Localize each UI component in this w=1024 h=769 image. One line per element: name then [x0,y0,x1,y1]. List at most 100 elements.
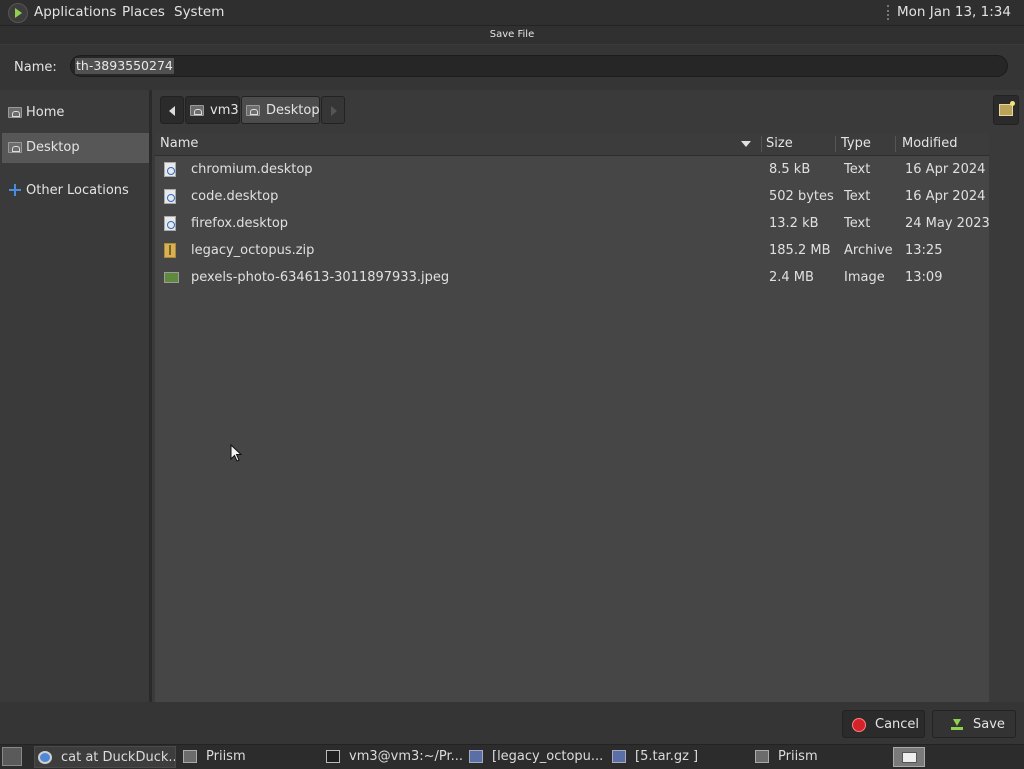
file-type: Text [844,189,871,204]
file-size: 8.5 kB [769,162,811,177]
new-folder-button[interactable] [993,95,1019,125]
file-row[interactable]: code.desktop 502 bytes Text 16 Apr 2024 [155,183,989,210]
taskbar-item-terminal[interactable]: vm3@vm3:~/Pr... [323,746,463,768]
taskbar-item-label: [5.tar.gz ] [635,749,699,764]
path-crumb-desktop[interactable]: Desktop [241,96,320,124]
sidebar-item-label: Other Locations [26,183,129,198]
places-sidebar: Home Desktop Other Locations [2,90,152,702]
home-folder-icon [190,105,204,116]
folder-icon [183,750,197,763]
file-size: 13.2 kB [769,216,819,231]
file-name: chromium.desktop [191,162,313,177]
crumb-label: Desktop [266,103,320,118]
save-button[interactable]: Save [932,710,1016,738]
new-folder-icon [999,101,1015,116]
file-type: Archive [844,243,893,258]
applications-logo-icon[interactable] [8,3,28,23]
file-list-header: Name Size Type Modified [155,133,989,156]
file-type: Image [844,270,885,285]
name-label: Name: [14,60,57,75]
text-file-icon [164,162,176,177]
crumb-label: vm3 [210,103,239,118]
file-modified: 16 Apr 2024 [905,162,986,177]
taskbar-item-archive-legacy[interactable]: [legacy_octopu... [466,746,606,768]
panel-separator [887,5,890,20]
sidebar-item-home[interactable]: Home [2,98,149,128]
top-panel: Applications Places System Mon Jan 13, 1… [0,0,1024,45]
applications-menu[interactable]: Applications [34,0,116,25]
system-menu[interactable]: System [174,0,224,25]
filename-value[interactable]: th-3893550274 [75,58,174,74]
show-desktop-icon[interactable] [2,747,22,766]
file-name: legacy_octopus.zip [191,243,315,258]
file-row[interactable]: pexels-photo-634613-3011897933.jpeg 2.4 … [155,264,989,291]
file-row[interactable]: firefox.desktop 13.2 kB Text 24 May 2023 [155,210,990,237]
dialog-title: Save File [0,26,1024,44]
plus-icon [8,183,22,197]
column-separator[interactable] [761,136,762,152]
file-modified: 13:25 [905,243,943,258]
sort-descending-icon[interactable] [741,141,751,147]
taskbar-item-label: [legacy_octopu... [492,749,604,764]
cancel-label: Cancel [875,717,920,732]
file-modified: 24 May 2023 [905,216,990,231]
text-file-icon [164,189,176,204]
filename-input[interactable]: th-3893550274 [70,55,1008,77]
file-modified: 16 Apr 2024 [905,189,986,204]
name-row: Name: th-3893550274 [0,45,1024,90]
taskbar-item-label: cat at DuckDuck... [61,750,176,765]
file-type: Text [844,162,871,177]
chrome-icon [38,751,52,764]
taskbar-item-browser[interactable]: cat at DuckDuck... [34,746,176,768]
column-header-modified[interactable]: Modified [902,133,957,155]
terminal-icon [326,750,340,763]
file-name: pexels-photo-634613-3011897933.jpeg [191,270,450,285]
archive-manager-icon [612,750,626,763]
sidebar-item-label: Desktop [26,140,80,155]
workspace-switcher[interactable] [893,747,925,767]
file-row[interactable]: chromium.desktop 8.5 kB Text 16 Apr 2024 [155,156,989,183]
places-menu[interactable]: Places [122,0,165,25]
desktop-folder-icon [8,142,22,153]
cancel-button[interactable]: Cancel [842,710,925,738]
taskbar-item-label: Priism [206,749,246,764]
path-back-button[interactable] [160,96,184,124]
path-forward-button[interactable] [321,96,345,124]
column-separator[interactable] [835,136,836,152]
path-crumb-vm3[interactable]: vm3 [185,96,240,124]
taskbar: cat at DuckDuck... Priism vm3@vm3:~/Pr..… [0,744,1024,769]
dialog-action-bar: Cancel Save [0,702,1024,744]
file-size: 2.4 MB [769,270,814,285]
taskbar-item-priism-2[interactable]: Priism [752,746,890,768]
taskbar-item-label: vm3@vm3:~/Pr... [349,749,463,764]
text-file-icon [164,216,176,231]
sidebar-item-label: Home [26,105,65,120]
download-arrow-icon [950,717,964,731]
file-row[interactable]: legacy_octopus.zip 185.2 MB Archive 13:2… [155,237,989,264]
archive-file-icon [164,243,176,258]
taskbar-item-priism[interactable]: Priism [180,746,320,768]
column-header-type[interactable]: Type [841,133,871,155]
file-modified: 13:09 [905,270,943,285]
file-size: 502 bytes [769,189,834,204]
save-label: Save [973,717,1005,732]
column-separator[interactable] [895,136,896,152]
taskbar-item-label: Priism [778,749,818,764]
desktop-folder-icon [246,105,260,116]
file-name: code.desktop [191,189,279,204]
path-bar: vm3 Desktop [155,92,1024,130]
image-file-icon [164,272,179,283]
column-header-size[interactable]: Size [766,133,793,155]
folder-icon [755,750,769,763]
column-header-name[interactable]: Name [160,133,198,155]
file-type: Text [844,216,871,231]
sidebar-item-other-locations[interactable]: Other Locations [2,176,149,206]
right-strip [989,133,1024,702]
archive-manager-icon [469,750,483,763]
sidebar-item-desktop[interactable]: Desktop [2,133,149,163]
file-name: firefox.desktop [191,216,289,231]
taskbar-item-archive-5[interactable]: [5.tar.gz ] [609,746,749,768]
file-size: 185.2 MB [769,243,831,258]
file-list[interactable]: Name Size Type Modified chromium.desktop… [155,133,990,702]
home-folder-icon [8,107,22,118]
